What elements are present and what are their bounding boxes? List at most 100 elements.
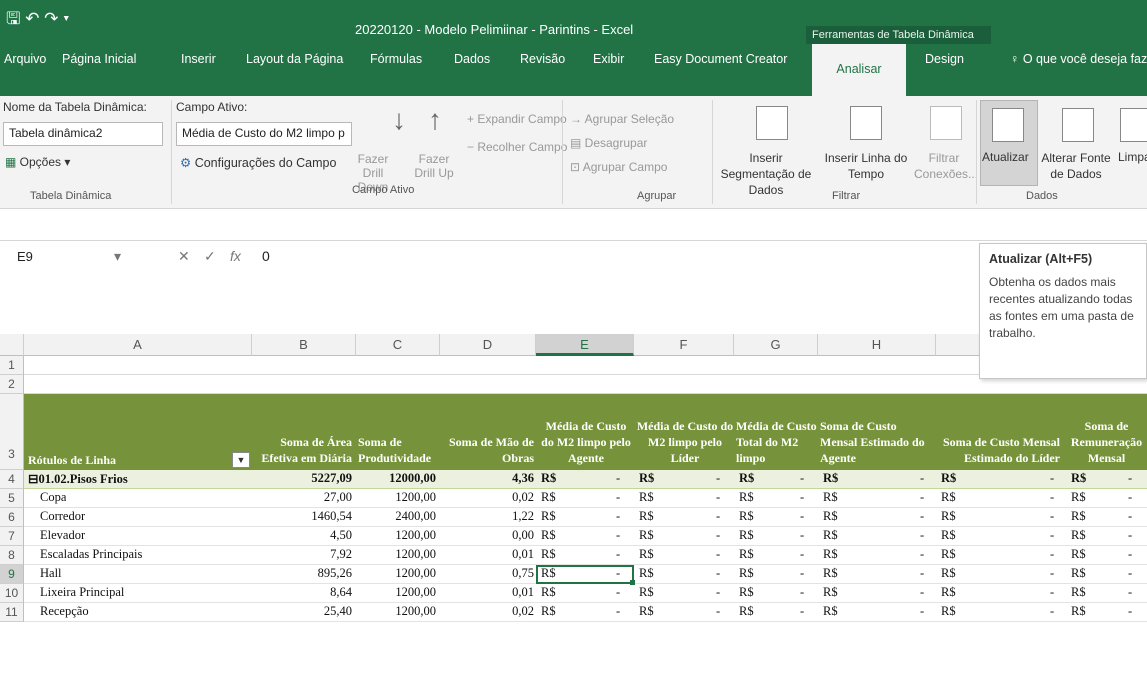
currency-dash[interactable]: - <box>1050 547 1054 562</box>
currency-cell[interactable]: R$ <box>823 490 838 505</box>
currency-cell[interactable]: R$ <box>823 471 838 486</box>
currency-dash[interactable]: - <box>800 528 804 543</box>
formula-input[interactable]: 0 <box>262 248 270 264</box>
currency-dash[interactable]: - <box>920 547 924 562</box>
field-settings-button[interactable]: ⚙ Configurações do Campo <box>180 155 336 170</box>
currency-cell[interactable]: R$ <box>941 490 956 505</box>
currency-dash[interactable]: - <box>1050 509 1054 524</box>
select-all-corner[interactable] <box>0 334 24 356</box>
mao-de-obra-cell[interactable]: 0,00 <box>440 528 536 543</box>
options-button[interactable]: ▦ Opções ▾ <box>5 155 70 169</box>
currency-cell[interactable]: R$ <box>541 547 556 562</box>
produtividade-cell[interactable]: 1200,00 <box>356 528 436 543</box>
currency-dash[interactable]: - <box>1128 566 1132 581</box>
currency-cell[interactable]: R$ <box>541 585 556 600</box>
currency-cell[interactable]: R$ <box>823 528 838 543</box>
currency-cell[interactable]: R$ <box>941 528 956 543</box>
currency-dash[interactable]: - <box>1050 566 1054 581</box>
currency-dash[interactable]: - <box>1128 509 1132 524</box>
currency-dash[interactable]: - <box>1128 471 1132 486</box>
collapse-box-icon[interactable]: ⊟ <box>28 472 38 486</box>
currency-cell[interactable]: R$ <box>639 509 654 524</box>
area-cell[interactable]: 25,40 <box>252 604 356 619</box>
currency-dash[interactable]: - <box>616 509 620 524</box>
currency-dash[interactable]: - <box>1050 528 1054 543</box>
currency-dash[interactable]: - <box>920 566 924 581</box>
row-header[interactable]: 4 <box>0 470 24 489</box>
column-header[interactable]: C <box>356 334 440 356</box>
currency-dash[interactable]: - <box>716 566 720 581</box>
mao-de-obra-cell[interactable]: 0,01 <box>440 547 536 562</box>
currency-cell[interactable]: R$ <box>739 528 754 543</box>
group-selection-button[interactable]: → Agrupar Seleção <box>570 112 674 126</box>
currency-cell[interactable]: R$ <box>941 566 956 581</box>
currency-cell[interactable]: R$ <box>739 547 754 562</box>
column-header[interactable]: B <box>252 334 356 356</box>
group-row-produtividade[interactable]: 12000,00 <box>356 471 436 486</box>
currency-cell[interactable]: R$ <box>541 604 556 619</box>
currency-dash[interactable]: - <box>800 471 804 486</box>
row-label-cell[interactable]: Escaladas Principais <box>40 547 142 562</box>
expand-field-button[interactable]: + Expandir Campo <box>467 112 567 126</box>
currency-cell[interactable]: R$ <box>823 547 838 562</box>
row-label-cell[interactable]: Recepção <box>40 604 89 619</box>
selected-cell[interactable] <box>536 565 634 584</box>
row-header[interactable]: 3 <box>0 394 24 470</box>
currency-dash[interactable]: - <box>1050 471 1054 486</box>
currency-dash[interactable]: - <box>1128 490 1132 505</box>
change-data-source-button[interactable]: Alterar Fonte de Dados <box>1040 150 1112 182</box>
tab-formulas[interactable]: Fórmulas <box>370 52 422 94</box>
currency-cell[interactable]: R$ <box>541 509 556 524</box>
currency-cell[interactable]: R$ <box>639 547 654 562</box>
row-label-cell[interactable]: Copa <box>40 490 66 505</box>
currency-dash[interactable]: - <box>716 547 720 562</box>
currency-dash[interactable]: - <box>716 528 720 543</box>
currency-cell[interactable]: R$ <box>739 490 754 505</box>
insert-timeline-button[interactable]: Inserir Linha do Tempo <box>818 150 914 182</box>
active-field-input[interactable]: Média de Custo do M2 limpo p <box>176 122 352 146</box>
column-header[interactable]: E <box>536 334 634 356</box>
cancel-icon[interactable]: ✕ <box>178 248 190 265</box>
currency-cell[interactable]: R$ <box>739 471 754 486</box>
currency-dash[interactable]: - <box>920 528 924 543</box>
currency-dash[interactable]: - <box>1128 585 1132 600</box>
column-header[interactable]: D <box>440 334 536 356</box>
currency-cell[interactable]: R$ <box>739 566 754 581</box>
currency-cell[interactable]: R$ <box>1071 585 1086 600</box>
currency-dash[interactable]: - <box>1050 604 1054 619</box>
currency-cell[interactable]: R$ <box>941 509 956 524</box>
currency-cell[interactable]: R$ <box>639 490 654 505</box>
clear-button[interactable]: Limpa <box>1118 150 1147 164</box>
column-header[interactable]: H <box>818 334 936 356</box>
currency-cell[interactable]: R$ <box>823 604 838 619</box>
produtividade-cell[interactable]: 1200,00 <box>356 547 436 562</box>
currency-cell[interactable]: R$ <box>823 566 838 581</box>
currency-cell[interactable]: R$ <box>541 528 556 543</box>
currency-cell[interactable]: R$ <box>1071 490 1086 505</box>
currency-dash[interactable]: - <box>616 604 620 619</box>
area-cell[interactable]: 7,92 <box>252 547 356 562</box>
currency-cell[interactable]: R$ <box>1071 509 1086 524</box>
mao-de-obra-cell[interactable]: 0,02 <box>440 604 536 619</box>
tab-easy-document-creator[interactable]: Easy Document Creator <box>654 52 787 94</box>
tell-me-search[interactable]: ♀ O que você deseja fazer... <box>1010 52 1147 94</box>
group-row-area[interactable]: 5227,09 <box>252 471 356 486</box>
currency-dash[interactable]: - <box>920 490 924 505</box>
filter-connections-button[interactable]: Filtrar Conexões... <box>914 150 978 182</box>
tab-pagina-inicial[interactable]: Página Inicial <box>62 52 136 94</box>
row-header[interactable]: 1 <box>0 356 24 375</box>
quick-access-toolbar[interactable]: 🖫 ↶ ↷ ▾ <box>6 6 69 35</box>
currency-dash[interactable]: - <box>1050 585 1054 600</box>
row-header[interactable]: 2 <box>0 375 24 394</box>
produtividade-cell[interactable]: 2400,00 <box>356 509 436 524</box>
produtividade-cell[interactable]: 1200,00 <box>356 604 436 619</box>
tab-inserir[interactable]: Inserir <box>181 52 216 94</box>
area-cell[interactable]: 4,50 <box>252 528 356 543</box>
row-label-cell[interactable]: Hall <box>40 566 62 581</box>
insert-slicer-button[interactable]: Inserir Segmentação de Dados <box>716 150 816 198</box>
currency-dash[interactable]: - <box>1128 547 1132 562</box>
row-header[interactable]: 5 <box>0 489 24 508</box>
currency-cell[interactable]: R$ <box>941 471 956 486</box>
currency-dash[interactable]: - <box>616 585 620 600</box>
enter-icon[interactable]: ✓ <box>204 248 216 265</box>
